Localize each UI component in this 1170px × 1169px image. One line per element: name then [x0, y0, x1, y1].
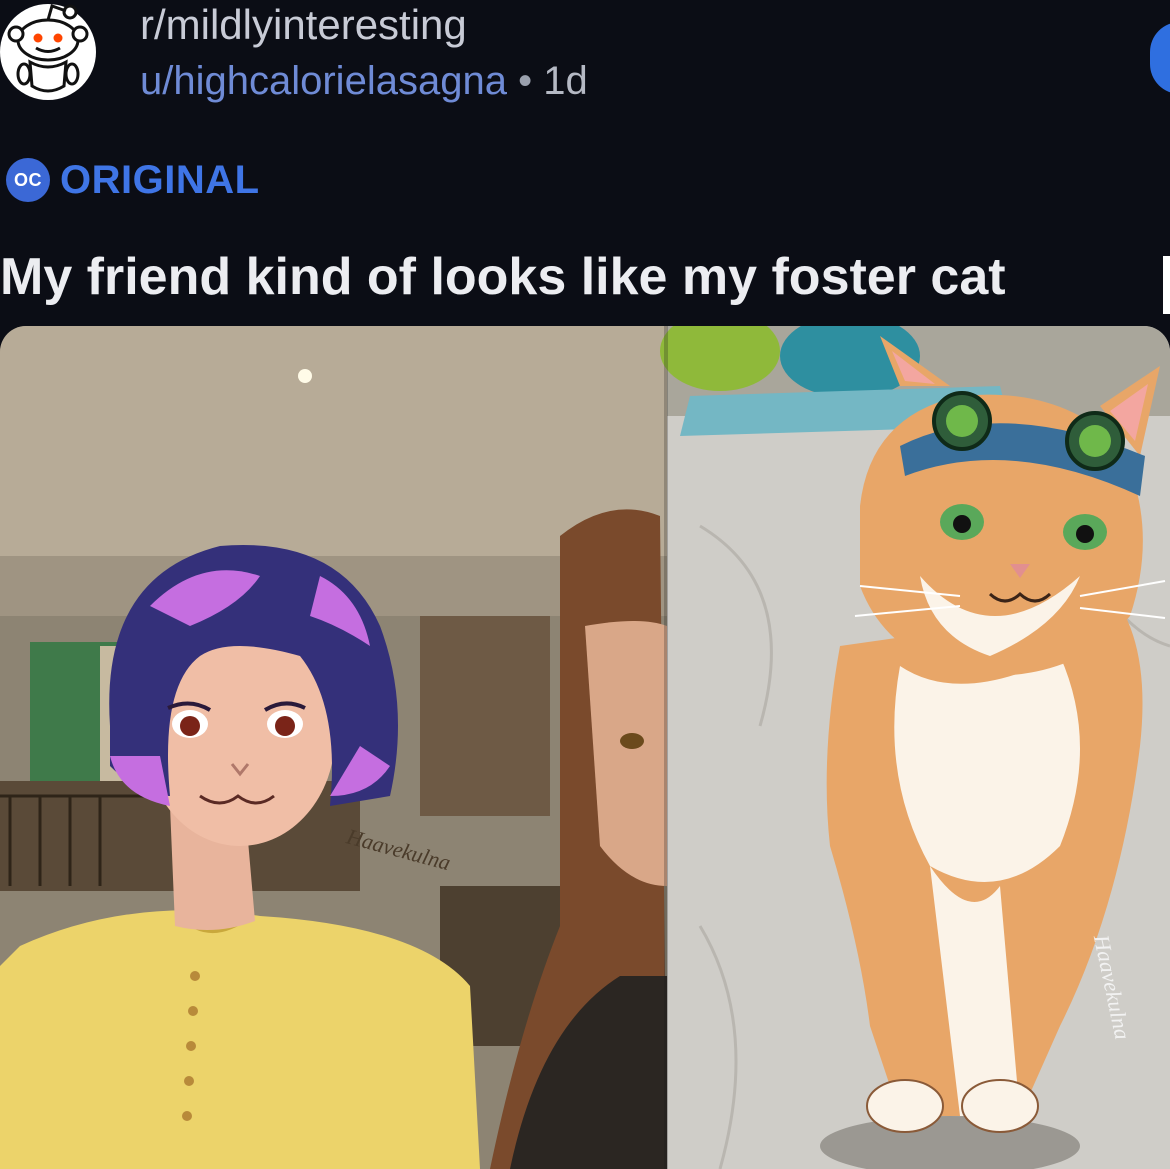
oc-badge-icon: OC: [6, 158, 50, 202]
panel-divider: [664, 326, 668, 1169]
post-image[interactable]: Haavekulna Haavekulna: [0, 326, 1170, 1169]
scroll-indicator: [1163, 256, 1170, 314]
post-flair[interactable]: OC ORIGINAL: [6, 156, 260, 204]
flair-label: ORIGINAL: [60, 157, 260, 202]
post-age: 1d: [543, 59, 588, 103]
post-header: r/mildlyinteresting u/highcalorielasagna…: [0, 0, 1170, 110]
reddit-snoo-icon[interactable]: [0, 0, 110, 104]
post-byline: u/highcalorielasagna • 1d: [140, 58, 588, 104]
right-photo-panel: Haavekulna: [660, 326, 1170, 1169]
join-button[interactable]: [1150, 22, 1170, 94]
byline-separator: •: [518, 59, 533, 103]
post-title[interactable]: My friend kind of looks like my foster c…: [0, 246, 1006, 308]
subreddit-name[interactable]: r/mildlyinteresting: [140, 2, 467, 48]
username-link[interactable]: u/highcalorielasagna: [140, 59, 507, 103]
left-photo-panel: Haavekulna: [0, 326, 667, 1169]
reddit-post: r/mildlyinteresting u/highcalorielasagna…: [0, 0, 1170, 1169]
